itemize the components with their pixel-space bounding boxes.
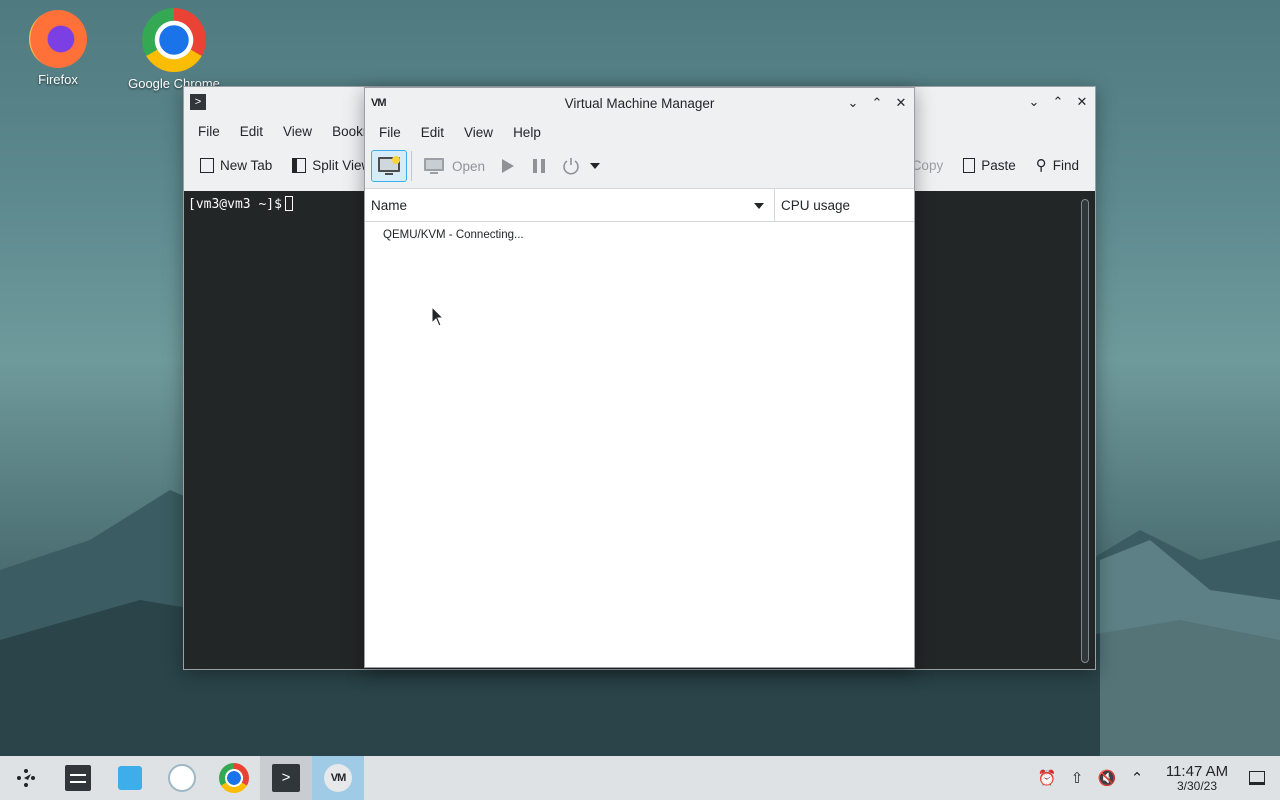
chevron-up-icon[interactable]: ⌃ xyxy=(1122,756,1152,800)
paste-icon xyxy=(963,157,976,173)
system-tray: ⏰ ⇧ 🔇 ⌃ 11:47 AM 3/30/23 xyxy=(1032,756,1280,800)
maximize-icon[interactable]: ⌃ xyxy=(1051,94,1065,109)
chrome-icon xyxy=(219,763,249,793)
clock-date: 3/30/23 xyxy=(1176,778,1218,793)
menu-file[interactable]: File xyxy=(369,125,411,140)
pause-button[interactable] xyxy=(523,150,555,182)
monitor-icon xyxy=(424,158,444,174)
taskbar-discover[interactable] xyxy=(104,756,156,800)
desktop-icon-label: Firefox xyxy=(38,72,78,87)
menu-help[interactable]: Help xyxy=(503,125,551,140)
clock-time: 11:47 AM xyxy=(1165,762,1229,780)
clock[interactable]: 11:47 AM 3/30/23 xyxy=(1158,764,1236,792)
paste-button[interactable]: Paste xyxy=(953,157,1026,173)
dropdown-arrow-icon xyxy=(590,163,601,169)
open-button[interactable]: Open xyxy=(416,150,491,182)
virt-manager-icon: VM xyxy=(324,764,352,792)
new-vm-button[interactable] xyxy=(371,150,407,182)
close-icon[interactable]: ✕ xyxy=(894,95,908,110)
copy-label: Copy xyxy=(911,157,944,173)
desktop-icon-chrome[interactable]: Google Chrome xyxy=(124,8,224,91)
find-button[interactable]: ⚲ Find xyxy=(1026,156,1095,174)
taskbar-virt-manager[interactable]: VM xyxy=(312,756,364,800)
new-vm-icon xyxy=(378,156,400,175)
column-name-label: Name xyxy=(371,197,408,213)
search-icon: ⚲ xyxy=(1035,157,1047,174)
maximize-icon[interactable]: ⌃ xyxy=(870,95,884,110)
vmm-toolbar: Open xyxy=(365,146,914,186)
menu-view[interactable]: View xyxy=(454,125,503,140)
menu-file[interactable]: File xyxy=(188,124,230,139)
taskbar-kde-app[interactable] xyxy=(156,756,208,800)
taskbar: > VM ⏰ ⇧ 🔇 ⌃ 11:47 AM 3/30/23 xyxy=(0,756,1280,800)
kde-app-icon xyxy=(168,764,196,792)
desktop-icon-firefox[interactable]: Firefox xyxy=(8,10,108,87)
taskbar-system-settings[interactable] xyxy=(52,756,104,800)
menu-view[interactable]: View xyxy=(273,124,322,139)
new-tab-button[interactable]: New Tab xyxy=(190,157,282,173)
split-view-label: Split View xyxy=(312,157,372,173)
close-icon[interactable]: ✕ xyxy=(1075,94,1089,109)
play-icon xyxy=(502,159,515,173)
column-header-name[interactable]: Name xyxy=(365,189,775,221)
discover-store-icon xyxy=(118,766,142,790)
mouse-pointer-icon xyxy=(431,306,445,327)
terminal-scrollbar[interactable] xyxy=(1081,199,1089,663)
show-desktop-button[interactable] xyxy=(1242,756,1272,800)
pause-icon xyxy=(533,159,546,173)
vmm-window[interactable]: VM Virtual Machine Manager ⌄ ⌃ ✕ File Ed… xyxy=(364,87,915,668)
column-header-cpu[interactable]: CPU usage xyxy=(775,189,914,221)
sort-arrow-icon xyxy=(754,203,764,209)
settings-icon xyxy=(65,765,91,791)
shutdown-menu-button[interactable] xyxy=(587,150,603,182)
terminal-prompt: [vm3@vm3 ~]$ xyxy=(188,196,293,212)
new-tab-label: New Tab xyxy=(220,157,273,173)
vm-list-header: Name CPU usage xyxy=(365,188,914,222)
update-icon[interactable]: ⇧ xyxy=(1062,756,1092,800)
vmm-titlebar[interactable]: VM Virtual Machine Manager ⌄ ⌃ ✕ xyxy=(365,88,914,118)
power-icon xyxy=(563,158,579,175)
find-label: Find xyxy=(1052,157,1079,173)
vmm-menubar: File Edit View Help xyxy=(365,118,914,146)
connection-row[interactable]: QEMU/KVM - Connecting... xyxy=(383,229,524,241)
notifications-icon[interactable]: ⏰ xyxy=(1032,756,1062,800)
minimize-icon[interactable]: ⌄ xyxy=(846,95,860,110)
minimize-icon[interactable]: ⌄ xyxy=(1027,94,1041,109)
show-desktop-icon xyxy=(1249,771,1265,785)
taskbar-chrome[interactable] xyxy=(208,756,260,800)
open-label: Open xyxy=(452,158,486,174)
app-launcher-icon xyxy=(17,769,35,787)
vm-list[interactable]: QEMU/KVM - Connecting... xyxy=(365,222,914,667)
split-view-icon xyxy=(292,157,307,173)
window-title: Virtual Machine Manager xyxy=(564,95,715,111)
run-button[interactable] xyxy=(491,150,523,182)
toolbar-separator xyxy=(411,151,412,181)
paste-label: Paste xyxy=(981,157,1016,173)
volume-muted-icon[interactable]: 🔇 xyxy=(1092,756,1122,800)
konsole-app-icon: > xyxy=(190,94,206,110)
column-cpu-label: CPU usage xyxy=(781,197,851,213)
app-launcher-button[interactable] xyxy=(0,756,52,800)
new-tab-icon xyxy=(200,157,214,173)
shutdown-button[interactable] xyxy=(555,150,587,182)
menu-edit[interactable]: Edit xyxy=(230,124,273,139)
firefox-icon xyxy=(29,10,87,68)
terminal-icon: > xyxy=(272,764,300,792)
chrome-icon xyxy=(142,8,206,72)
taskbar-konsole[interactable]: > xyxy=(260,756,312,800)
menu-edit[interactable]: Edit xyxy=(411,125,454,140)
terminal-cursor xyxy=(284,196,293,211)
